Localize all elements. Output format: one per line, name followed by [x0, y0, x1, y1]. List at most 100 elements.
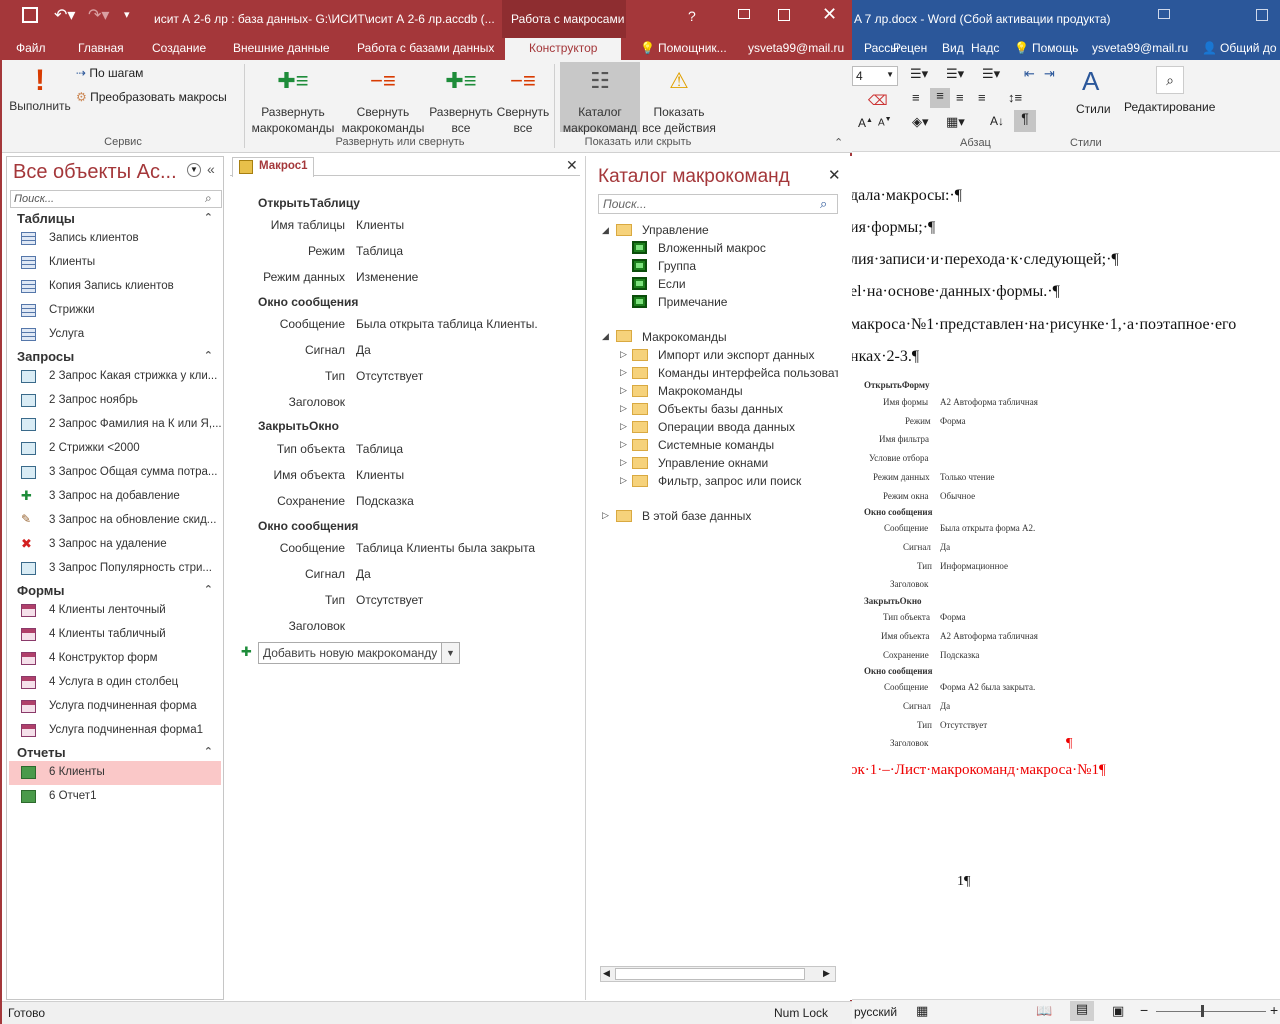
tree-item[interactable]: Если — [658, 277, 686, 291]
catalog-search-input[interactable]: Поиск... — [598, 194, 838, 214]
nav-item-query[interactable]: ✚ 3 Запрос на добавление — [9, 485, 221, 509]
nav-item-query[interactable]: 3 Запрос Популярность стри... — [9, 557, 221, 581]
redo-icon[interactable]: ↷▾ — [88, 5, 109, 25]
macro-tab[interactable]: Макрос1 — [232, 157, 314, 177]
zoom-slider[interactable] — [1156, 1011, 1266, 1012]
nav-item-form[interactable]: 4 Конструктор форм — [9, 647, 221, 671]
nav-menu-icon[interactable]: ▼ — [187, 163, 201, 177]
search-icon[interactable]: ⌕ — [205, 191, 212, 206]
nav-item-query[interactable]: 2 Запрос Фамилия на К или Я,... — [9, 413, 221, 437]
nav-item-query[interactable]: 2 Запрос Какая стрижка у кли... — [9, 365, 221, 389]
bullets-icon[interactable]: ☰▾ — [910, 66, 928, 82]
zoom-in-icon[interactable]: + — [1270, 1002, 1278, 1018]
word-tell-me[interactable]: Помощь — [1032, 41, 1078, 55]
tab-home[interactable]: Главная — [78, 41, 124, 55]
tab-database-tools[interactable]: Работа с базами данных — [357, 41, 494, 55]
collapsed-triangle-icon[interactable]: ▷ — [620, 439, 627, 450]
collapsed-triangle-icon[interactable]: ▷ — [620, 421, 627, 432]
nav-item-form[interactable]: 4 Клиенты табличный — [9, 623, 221, 647]
tell-me-box[interactable]: Помощник... — [658, 41, 727, 55]
collapsed-triangle-icon[interactable]: ▷ — [620, 403, 627, 414]
arg-value[interactable]: Подсказка — [356, 494, 414, 508]
word-document[interactable]: дала·макросы:·¶ ия·формы;·¶ лия·записи·и… — [850, 152, 1280, 957]
macro-record-icon[interactable]: ▦ — [916, 1003, 928, 1019]
nav-item-table[interactable]: Запись клиентов — [9, 227, 221, 251]
tree-folder[interactable]: Системные команды — [658, 438, 774, 452]
word-tab-3[interactable]: Надс — [971, 41, 999, 55]
close-tab-icon[interactable]: ✕ — [566, 157, 578, 174]
line-spacing-icon[interactable]: ↕≡ — [1008, 90, 1022, 105]
collapsed-triangle-icon[interactable]: ▷ — [620, 349, 627, 360]
nav-item-form[interactable]: Услуга подчиненная форма — [9, 695, 221, 719]
nav-section-queries[interactable]: Запросы ⌃ — [9, 347, 221, 367]
arg-value[interactable]: Клиенты — [356, 218, 404, 232]
action-catalog-button[interactable]: ☷ Каталог макрокоманд — [560, 62, 640, 135]
tree-node-control[interactable]: Управление — [642, 223, 709, 237]
tree-folder[interactable]: Объекты базы данных — [658, 402, 783, 416]
collapsed-triangle-icon[interactable]: ▷ — [620, 475, 627, 486]
increase-indent-icon[interactable]: ⇥ — [1044, 66, 1055, 82]
word-user[interactable]: ysveta99@mail.ru — [1092, 41, 1188, 55]
collapse-icon[interactable]: ⌃ — [204, 745, 213, 758]
action-message-box[interactable]: Окно сообщения — [258, 519, 358, 533]
arg-value[interactable]: Таблица — [356, 244, 403, 258]
arg-value[interactable]: Да — [356, 567, 371, 581]
styles-button[interactable]: Стили — [1076, 102, 1111, 116]
align-center-icon[interactable]: ≡ — [930, 88, 950, 108]
arg-value[interactable]: Отсутствует — [356, 593, 423, 607]
tab-create[interactable]: Создание — [152, 41, 206, 55]
tree-item[interactable]: Примечание — [658, 295, 727, 309]
nav-item-query[interactable]: ✖ 3 Запрос на удаление — [9, 533, 221, 557]
collapse-icon[interactable]: ⌃ — [204, 211, 213, 224]
expand-actions-button[interactable]: ✚≡ Развернуть макрокоманды — [248, 66, 338, 136]
nav-item-query[interactable]: 2 Запрос ноябрь — [9, 389, 221, 413]
arg-value[interactable]: Клиенты — [356, 468, 404, 482]
read-mode-icon[interactable]: 📖 — [1036, 1003, 1052, 1019]
tree-folder[interactable]: Импорт или экспорт данных — [658, 348, 815, 362]
clear-format-icon[interactable]: ⌫ — [868, 92, 888, 109]
borders-icon[interactable]: ▦▾ — [946, 114, 965, 130]
arg-value[interactable]: Была открыта таблица Клиенты. — [356, 317, 538, 331]
nav-item-table[interactable]: Стрижки — [9, 299, 221, 323]
justify-icon[interactable]: ≡ — [978, 90, 986, 105]
arg-value[interactable]: Таблица — [356, 442, 403, 456]
collapse-ribbon-icon[interactable]: ⌃ — [834, 136, 843, 149]
help-button[interactable]: ? — [688, 8, 696, 24]
maximize-icon[interactable] — [778, 9, 790, 21]
horizontal-scrollbar[interactable]: ◀ ▶ — [600, 966, 836, 982]
tree-item[interactable]: Вложенный макрос — [658, 241, 766, 255]
tab-file[interactable]: Файл — [16, 41, 46, 55]
editing-button[interactable]: Редактирование — [1124, 100, 1215, 114]
shrink-font-icon[interactable]: A▼ — [878, 116, 892, 128]
align-left-icon[interactable]: ≡ — [912, 90, 920, 105]
run-button[interactable]: ! Выполнить — [6, 64, 74, 114]
tree-node-actions[interactable]: Макрокоманды — [642, 330, 727, 344]
dropdown-arrow-icon[interactable]: ▼ — [441, 643, 459, 663]
word-share-button[interactable]: Общий до — [1220, 41, 1277, 55]
show-all-actions-button[interactable]: ⚠ Показать все действия — [642, 66, 716, 136]
nav-section-reports[interactable]: Отчеты ⌃ — [9, 743, 221, 763]
single-step-button[interactable]: ⇢ По шагам — [76, 66, 143, 80]
undo-icon[interactable]: ↶▾ — [54, 5, 75, 25]
numbering-icon[interactable]: ☰▾ — [946, 66, 964, 82]
search-icon[interactable]: ⌕ — [1156, 66, 1184, 94]
scroll-right-icon[interactable]: ▶ — [823, 968, 830, 979]
arg-value[interactable]: Отсутствует — [356, 369, 423, 383]
tab-external-data[interactable]: Внешние данные — [233, 41, 330, 55]
tree-folder[interactable]: Команды интерфейса пользовате — [658, 366, 838, 380]
expand-all-button[interactable]: ✚≡ Развернуть все — [428, 66, 494, 136]
collapsed-triangle-icon[interactable]: ▷ — [620, 385, 627, 396]
nav-item-form[interactable]: 4 Клиенты ленточный — [9, 599, 221, 623]
save-icon[interactable] — [22, 7, 38, 23]
collapse-icon[interactable]: ⌃ — [204, 583, 213, 596]
nav-item-table[interactable]: Копия Запись клиентов — [9, 275, 221, 299]
show-marks-icon[interactable]: ¶ — [1014, 110, 1036, 132]
font-size-select[interactable]: 4 ▼ — [852, 66, 898, 86]
tree-node-in-this-db[interactable]: В этой базе данных — [642, 509, 751, 523]
arg-value[interactable]: Таблица Клиенты была закрыта — [356, 541, 535, 555]
tree-folder[interactable]: Фильтр, запрос или поиск — [658, 474, 801, 488]
nav-search-input[interactable]: Поиск... — [10, 190, 222, 208]
customize-qat-icon[interactable]: ▾ — [124, 8, 130, 21]
nav-item-table[interactable]: Клиенты — [9, 251, 221, 275]
user-account[interactable]: ysveta99@mail.ru — [748, 41, 844, 55]
